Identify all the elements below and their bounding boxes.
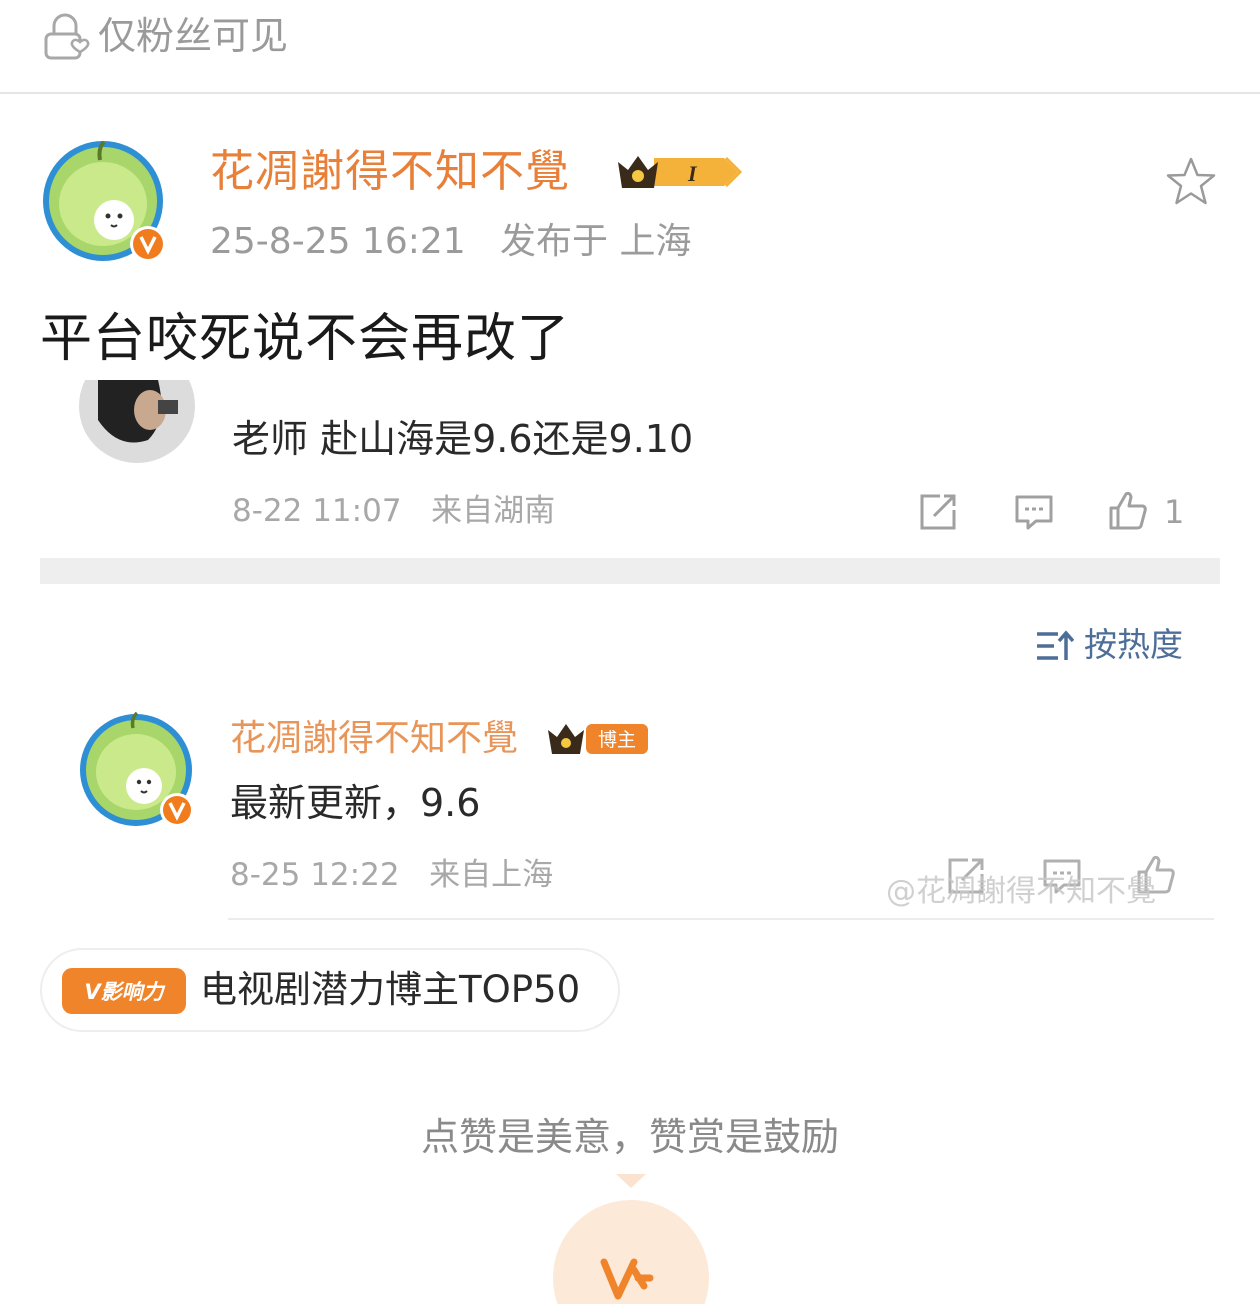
reply-meta: 8-25 12:22 来自上海 [230,852,553,898]
reply-location: 来自上海 [429,857,554,893]
influence-text: 电视剧潜力博主TOP50 [200,968,581,1011]
comment-meta: 8-22 11:07 来自湖南 [232,488,555,534]
post-location: 发布于 上海 [500,221,692,262]
reply-time: 8-25 12:22 [230,857,400,893]
reward-hint: 点赞是美意，赞赏是鼓励 [420,1115,839,1159]
comment-time: 8-22 11:07 [232,493,402,529]
lock-heart-icon [44,13,90,60]
comment-text: 老师 赴山海是9.6还是9.10 [232,417,694,461]
author-avatar[interactable] [42,140,168,266]
post-timestamp: 25-8-25 16:21 [210,221,466,262]
crown-level-text: I [687,161,698,186]
comment-icon[interactable] [1012,490,1056,534]
sort-by-hot-button[interactable]: 按热度 [1084,620,1183,670]
reply-text: 最新更新，9.6 [230,781,481,825]
blogger-badge: 博主 [548,724,648,754]
comment-location: 来自湖南 [431,493,556,529]
post-body: 平台咬死说不会再改了 [40,309,571,369]
share-icon[interactable] [916,490,960,534]
commenter-avatar[interactable] [78,380,196,464]
reply-author-name[interactable]: 花凋謝得不知不覺 [230,712,518,766]
favorite-star-icon[interactable] [1162,154,1220,212]
visibility-label: 仅粉丝可见 [98,14,289,58]
like-icon[interactable] [1106,488,1150,532]
blogger-badge-text: 博主 [598,729,636,751]
reply-divider [228,918,1214,920]
reply-author-avatar[interactable] [78,712,196,830]
influence-badge: V影响力 [62,968,186,1014]
sort-icon[interactable] [1034,626,1074,666]
section-divider [40,558,1220,584]
influence-badge-text: V影响力 [84,980,165,1004]
post-meta: 25-8-25 16:21 发布于 上海 [210,216,692,268]
reward-button[interactable] [552,1174,710,1304]
weibo-watermark: @花凋謝得不知不覺 [886,874,1156,909]
like-count: 1 [1164,493,1185,531]
author-name[interactable]: 花凋謝得不知不覺 [210,142,570,202]
crown-level-badge: I [618,156,742,188]
